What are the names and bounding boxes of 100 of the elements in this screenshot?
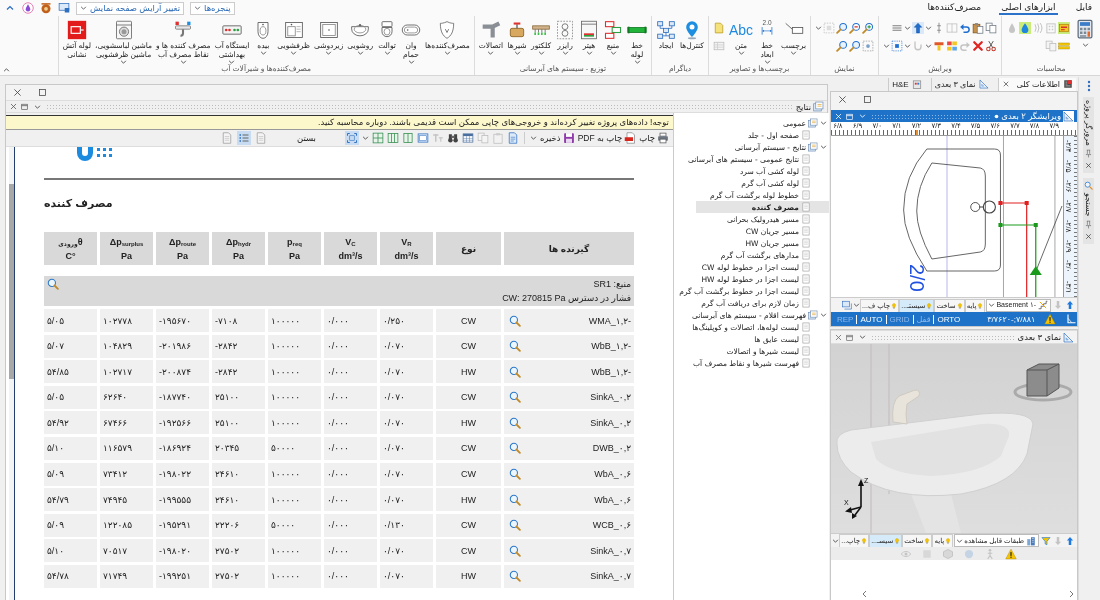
zoom-in-icon[interactable] xyxy=(862,22,874,34)
caret-icon[interactable] xyxy=(904,44,911,48)
undo-icon[interactable] xyxy=(959,22,971,34)
maximize-icon[interactable] xyxy=(862,93,873,105)
arrow-up-icon[interactable] xyxy=(912,22,924,34)
binoculars-icon[interactable] xyxy=(446,132,459,144)
table-icon[interactable] xyxy=(461,132,474,144)
chevron-icon[interactable] xyxy=(820,145,827,149)
windows-dropdown[interactable]: پنجره‌ها xyxy=(190,1,235,15)
magnifier-icon[interactable] xyxy=(509,365,521,378)
snap-toggle[interactable]: AUTO xyxy=(857,314,887,324)
sheet-icon[interactable] xyxy=(1058,22,1070,34)
caret-icon[interactable] xyxy=(34,104,41,109)
document-tab[interactable]: نمای ۳ بعدی xyxy=(930,77,992,91)
magnifier-icon[interactable] xyxy=(509,493,521,506)
blocks-icon[interactable] xyxy=(946,40,958,52)
close-icon[interactable] xyxy=(12,87,23,98)
note-icon[interactable] xyxy=(712,22,725,34)
scroll-right-icon[interactable] xyxy=(1069,589,1075,598)
caret-icon[interactable] xyxy=(815,26,822,30)
three-column-icon[interactable] xyxy=(386,132,399,144)
restore-icon[interactable] xyxy=(845,111,854,121)
page-icon[interactable] xyxy=(506,132,519,144)
riser-marker-icon[interactable] xyxy=(1029,266,1042,275)
maximize-icon[interactable] xyxy=(37,87,48,98)
magnifier-icon[interactable] xyxy=(509,314,521,327)
clipboard-icon[interactable] xyxy=(972,22,984,34)
magnifier-icon[interactable] xyxy=(509,416,521,429)
fit-page-icon[interactable] xyxy=(344,131,359,145)
scrollbar-track[interactable] xyxy=(9,147,15,600)
hose-reel-icon[interactable] xyxy=(40,2,52,14)
caret-icon[interactable] xyxy=(925,44,932,48)
warning-icon[interactable] xyxy=(1005,547,1017,560)
angle-icon[interactable] xyxy=(1065,313,1077,325)
close-icon[interactable] xyxy=(837,93,848,105)
arrow-up-icon[interactable] xyxy=(1065,535,1075,546)
print-button[interactable]: چاپ xyxy=(639,131,669,145)
restore-icon[interactable] xyxy=(845,332,854,342)
document-tab[interactable]: اطلاعات کلی xyxy=(997,77,1076,91)
clipboard-icon[interactable] xyxy=(491,132,504,144)
chevron-icon[interactable] xyxy=(820,313,827,317)
window-icon[interactable] xyxy=(416,132,429,144)
caret-icon[interactable] xyxy=(1081,43,1089,47)
ribbon-tab[interactable]: مصرف‌کننده‌ها xyxy=(925,1,984,15)
document-tab[interactable]: H&E xyxy=(888,77,925,91)
save-button[interactable]: ذخیره xyxy=(539,131,575,145)
caret-icon[interactable] xyxy=(859,335,866,339)
list-icon[interactable] xyxy=(236,131,251,145)
dotted-frame-icon[interactable] xyxy=(891,40,903,52)
drop-icon[interactable] xyxy=(1019,22,1031,34)
pin-icon[interactable] xyxy=(1084,148,1093,158)
magnifier-icon[interactable] xyxy=(509,570,521,583)
scrollbar-thumb[interactable] xyxy=(9,184,14,379)
magnifier-icon[interactable] xyxy=(509,391,521,404)
view-cube-icon[interactable] xyxy=(1013,363,1073,402)
cold-pipe-line[interactable] xyxy=(998,223,1038,297)
stripes-icon[interactable] xyxy=(1058,40,1070,52)
calculator-icon[interactable] xyxy=(1075,19,1095,39)
caret-icon[interactable] xyxy=(925,26,932,30)
scissors-icon[interactable] xyxy=(985,40,997,52)
pin-icon[interactable] xyxy=(1084,219,1093,229)
tee-icon[interactable] xyxy=(933,40,945,52)
caret-icon[interactable] xyxy=(361,136,369,140)
caret-icon[interactable] xyxy=(832,538,840,543)
collapse-icon[interactable] xyxy=(3,68,10,72)
copy-icon[interactable] xyxy=(1045,40,1057,52)
drawing-canvas[interactable]: 2/0 xyxy=(831,136,1063,297)
delete-icon[interactable] xyxy=(972,40,984,52)
close-icon[interactable] xyxy=(1084,160,1093,170)
close-icon[interactable] xyxy=(1001,80,1010,88)
zoom-out-icon[interactable] xyxy=(849,22,861,34)
magnifier-icon[interactable] xyxy=(509,340,521,353)
hot-pipe-line[interactable] xyxy=(998,201,1029,297)
chevron-icon[interactable] xyxy=(820,121,827,125)
drop-icon[interactable] xyxy=(22,2,34,14)
close-icon[interactable] xyxy=(1084,231,1093,241)
caret-icon[interactable] xyxy=(904,26,911,30)
magnifier-icon[interactable] xyxy=(509,519,521,532)
arrow-up-icon[interactable] xyxy=(1065,300,1075,310)
snap-toggle[interactable]: ORTO xyxy=(934,314,964,324)
grid-icon[interactable] xyxy=(371,132,384,144)
two-column-icon[interactable] xyxy=(401,132,414,144)
magnifier-icon[interactable] xyxy=(509,468,521,481)
lines-icon[interactable] xyxy=(891,22,903,34)
magnifier-icon[interactable] xyxy=(836,40,848,52)
filter-icon[interactable] xyxy=(1041,535,1051,546)
close-icon[interactable] xyxy=(9,102,18,111)
magnifier-icon[interactable] xyxy=(509,442,521,455)
hook-icon[interactable] xyxy=(912,40,924,52)
dashed-frame-icon[interactable] xyxy=(862,40,874,52)
restore-icon[interactable] xyxy=(20,102,29,111)
caret-icon[interactable] xyxy=(853,303,861,307)
side-tab[interactable]: مرورگر پروژه xyxy=(1083,97,1094,173)
caret-icon[interactable] xyxy=(883,44,890,48)
magnifier-icon[interactable] xyxy=(47,278,59,290)
print-pdf-button[interactable]: چاپ به PDF xyxy=(577,131,637,145)
grip-icon[interactable] xyxy=(1086,80,1091,92)
layers-icon[interactable] xyxy=(842,300,853,310)
warning-icon[interactable] xyxy=(1044,313,1057,325)
close-icon[interactable] xyxy=(834,111,843,121)
